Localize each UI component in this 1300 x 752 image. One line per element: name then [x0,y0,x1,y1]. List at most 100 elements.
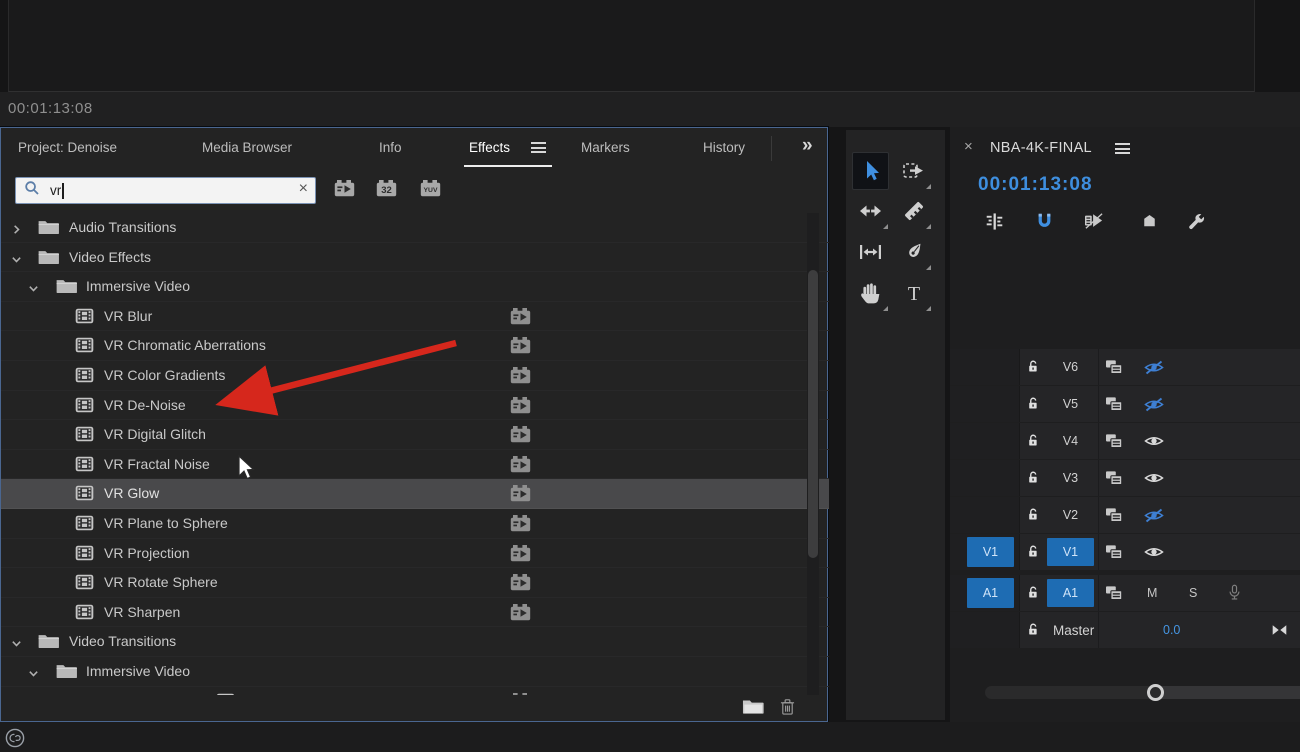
source-patch-button[interactable]: A1 [967,578,1014,608]
tree-effect-row[interactable]: VR Sharpen [1,598,829,628]
razor-tool[interactable] [895,192,932,230]
tree-folder-row[interactable]: Immersive Video [1,657,829,687]
track-target-button[interactable]: A1 [1047,579,1094,607]
clear-search-icon[interactable]: × [299,180,308,198]
selection-tool[interactable] [852,152,889,190]
chevron-down-icon[interactable] [11,636,22,654]
track-header-a1[interactable]: A1 A1 MS [950,575,1300,611]
solo-button[interactable]: S [1189,575,1197,611]
timeline-playhead-timecode[interactable]: 00:01:13:08 [978,174,1093,196]
eye-off-icon[interactable] [1144,508,1164,528]
track-header-v6[interactable]: V6 [950,349,1300,385]
track-lock-icon[interactable] [1026,621,1040,643]
tree-effect-row[interactable]: VR Fractal Noise [1,450,829,480]
tree-folder-row[interactable]: Audio Transitions [1,213,829,243]
tab-info[interactable]: Info [379,140,402,155]
track-target-button[interactable]: V1 [1047,538,1094,566]
tree-folder-row[interactable]: Immersive Video [1,272,829,302]
sync-lock-icon[interactable] [1105,396,1123,417]
tab-history[interactable]: History [703,140,745,155]
master-volume-value[interactable]: 0.0 [1163,612,1180,648]
track-header-master[interactable]: Master0.0 [950,612,1300,648]
track-select-forward-tool[interactable] [895,152,932,190]
track-lock-icon[interactable] [1026,432,1040,454]
timeline-zoom-scrollbar-handle[interactable] [1147,684,1164,701]
track-lock-icon[interactable] [1026,469,1040,491]
tab-media-browser[interactable]: Media Browser [202,140,292,155]
tab-effects[interactable]: Effects [469,140,510,155]
sync-lock-icon[interactable] [1105,544,1123,565]
track-name-label[interactable]: V2 [1047,497,1094,533]
tree-effect-row[interactable]: VR Glow [1,479,829,509]
tree-effect-row[interactable]: VR Rotate Sphere [1,568,829,598]
timeline-tab-title[interactable]: NBA-4K-FINAL [990,140,1092,156]
panel-menu-icon[interactable] [1115,143,1130,155]
tree-effect-row[interactable]: VR Plane to Sphere [1,509,829,539]
chevron-right-icon[interactable] [11,222,22,240]
track-header-v3[interactable]: V3 [950,460,1300,496]
track-lock-icon[interactable] [1026,358,1040,380]
panel-overflow-chevron[interactable]: » [802,135,813,157]
tree-effect-row[interactable]: VR Projection [1,539,829,569]
panel-menu-icon[interactable] [531,142,546,154]
linked-selection-icon[interactable] [1083,210,1105,232]
ripple-edit-tool[interactable] [852,192,889,230]
timeline-zoom-scrollbar-range[interactable] [1155,686,1300,699]
close-panel-icon[interactable]: × [964,138,973,155]
track-name-label[interactable]: V3 [1047,460,1094,496]
source-patch-button[interactable]: V1 [967,537,1014,567]
hand-tool[interactable] [852,274,889,312]
mute-button[interactable]: M [1147,575,1157,611]
track-header-v4[interactable]: V4 [950,423,1300,459]
eye-icon[interactable] [1144,471,1164,490]
pen-tool[interactable] [895,233,932,271]
chevron-down-icon[interactable] [28,281,39,299]
track-header-v5[interactable]: V5 [950,386,1300,422]
track-name-label[interactable]: V4 [1047,423,1094,459]
track-lock-icon[interactable] [1026,543,1040,565]
chevron-down-icon[interactable] [28,666,39,684]
tree-folder-row[interactable]: Video Effects [1,243,829,273]
add-marker-icon[interactable] [1138,210,1160,232]
track-name-label[interactable]: V5 [1047,386,1094,422]
tree-effect-row[interactable]: VR Digital Glitch [1,420,829,450]
voiceover-record-icon[interactable] [1226,584,1243,606]
timeline-settings-icon[interactable] [1186,210,1208,232]
yuv-effects-filter-icon[interactable]: YUV [420,180,441,202]
eye-off-icon[interactable] [1144,360,1164,380]
track-lock-icon[interactable] [1026,395,1040,417]
new-custom-bin-button[interactable] [742,698,764,720]
program-monitor-timecode[interactable]: 00:01:13:08 [8,100,93,117]
tab-project[interactable]: Project: Denoise [18,140,117,155]
type-tool[interactable]: T [895,274,932,312]
track-lock-icon[interactable] [1026,506,1040,528]
snap-icon[interactable] [1033,210,1055,232]
sync-lock-icon[interactable] [1105,507,1123,528]
tree-scrollbar-thumb[interactable] [808,270,818,558]
search-input[interactable]: vr × [15,177,316,204]
32bit-color-filter-icon[interactable]: 32 [376,180,397,202]
eye-icon[interactable] [1144,434,1164,453]
tab-markers[interactable]: Markers [581,140,630,155]
sync-lock-icon[interactable] [1105,470,1123,491]
chevron-down-icon[interactable] [11,252,22,270]
track-header-v2[interactable]: V2 [950,497,1300,533]
tree-effect-row[interactable]: VR Chromatic Aberrations [1,331,829,361]
slip-tool[interactable] [852,233,889,271]
sync-lock-icon[interactable] [1105,585,1123,606]
tree-folder-row[interactable]: Video Transitions [1,627,829,657]
eye-off-icon[interactable] [1144,397,1164,417]
tree-effect-row[interactable]: VR Blur [1,302,829,332]
collapse-track-icon[interactable] [1270,622,1289,643]
track-name-label[interactable]: V6 [1047,349,1094,385]
track-lock-icon[interactable] [1026,584,1040,606]
nest-insert-icon[interactable] [983,210,1005,232]
accelerated-effects-filter-icon[interactable] [334,180,355,202]
tree-effect-row[interactable]: VR Color Gradients [1,361,829,391]
eye-icon[interactable] [1144,545,1164,564]
sync-lock-icon[interactable] [1105,359,1123,380]
track-header-v1[interactable]: V1 V1 [950,534,1300,570]
sync-lock-icon[interactable] [1105,433,1123,454]
tree-effect-row[interactable]: VR De-Noise [1,391,829,421]
delete-custom-item-button[interactable] [780,698,795,721]
